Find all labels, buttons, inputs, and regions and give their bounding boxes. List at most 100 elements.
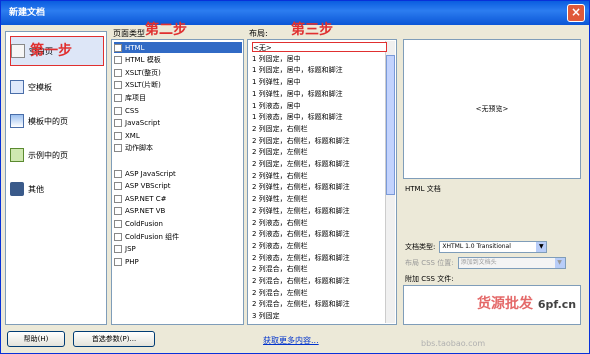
document-icon	[114, 119, 122, 128]
layout-item[interactable]: 1 列弹性，居中，标题和脚注	[252, 89, 387, 99]
layout-css-label: 布局 CSS 位置:	[405, 259, 454, 267]
page-type-label: 页面类型	[113, 29, 145, 38]
attach-css-row: 附加 CSS 文件:	[405, 274, 454, 284]
layout-item[interactable]: 2 列固定，左侧栏	[252, 147, 387, 157]
layout-item[interactable]: 2 列混合，右侧栏，标题和脚注	[252, 276, 387, 286]
preview-text: <无预览>	[475, 105, 509, 113]
watermark-url: bbs.taobao.com	[421, 339, 486, 348]
step1-annotation: 第一步	[30, 43, 72, 59]
step3-annotation: 第三步	[291, 22, 333, 38]
category-label: 其他	[28, 184, 44, 194]
chevron-down-icon: ▼	[554, 258, 565, 268]
layout-css-select[interactable]: 添加到文档头 ▼	[457, 257, 566, 269]
document-icon	[114, 43, 122, 52]
document-icon	[114, 245, 122, 254]
document-icon	[114, 169, 122, 178]
document-icon	[114, 182, 122, 191]
page-type-label: XML	[125, 131, 140, 140]
doctype-value: XHTML 1.0 Transitional	[442, 243, 511, 250]
page-type-item[interactable]: XML	[114, 130, 242, 141]
layout-item[interactable]: 2 列混合，左侧栏	[252, 288, 387, 298]
category-other[interactable]: 其他	[10, 174, 104, 204]
layout-item[interactable]: 2 列液态，左侧栏	[252, 241, 387, 251]
document-icon	[114, 194, 122, 203]
scroll-thumb[interactable]	[386, 55, 395, 195]
close-button[interactable]: ×	[567, 4, 585, 22]
page-type-item[interactable]: ASP.NET VB	[114, 206, 242, 217]
preview-pane: <无预览>	[403, 39, 581, 179]
page-type-item[interactable]: PHP	[114, 256, 242, 267]
page-type-label: HTML	[125, 43, 145, 52]
page-type-item[interactable]: XSLT(整页)	[114, 67, 242, 78]
page-type-item[interactable]: JavaScript	[114, 118, 242, 129]
watermark-site: 6pf.cn	[537, 298, 577, 311]
page-type-item[interactable]: ColdFusion	[114, 218, 242, 229]
layout-list: <无> 1 列固定，居中 1 列固定，居中，标题和脚注 1 列弹性，居中 1 列弹性，居…	[247, 39, 397, 325]
page-type-item[interactable]: XSLT(片断)	[114, 80, 242, 91]
category-sample-page[interactable]: 示例中的页	[10, 140, 104, 170]
layout-item[interactable]: 2 列弹性，左侧栏	[252, 194, 387, 204]
layout-item[interactable]: 2 列混合，左侧栏，标题和脚注	[252, 299, 387, 309]
doctype-select[interactable]: XHTML 1.0 Transitional ▼	[439, 241, 548, 253]
layout-item[interactable]: <无>	[252, 42, 387, 52]
page-type-item[interactable]: HTML 模板	[114, 55, 242, 66]
category-list: 空白页 空模板 模板中的页 示例中的页 其他 第一步	[5, 31, 107, 325]
help-button[interactable]: 帮助(H)	[7, 331, 65, 347]
step2-annotation: 第二步	[145, 22, 187, 38]
layout-item[interactable]: 2 列固定，右侧栏	[252, 124, 387, 134]
page-type-item[interactable]: 库项目	[114, 92, 242, 103]
page-type-item[interactable]: ASP JavaScript	[114, 168, 242, 179]
document-icon	[114, 219, 122, 228]
page-type-label: HTML 模板	[125, 56, 161, 65]
document-icon	[114, 131, 122, 140]
category-template-page[interactable]: 模板中的页	[10, 106, 104, 136]
layout-css-value: 添加到文档头	[460, 259, 497, 266]
document-icon	[114, 106, 122, 115]
new-document-dialog: 新建文档 × 空白页 空模板 模板中的页 示例中的页 其他 第一步 页面类型 第…	[0, 0, 590, 354]
document-icon	[114, 207, 122, 216]
category-blank-template[interactable]: 空模板	[10, 72, 104, 102]
page-type-item[interactable]: ASP VBScript	[114, 181, 242, 192]
page-type-label: JavaScript	[125, 119, 161, 128]
document-icon	[114, 257, 122, 266]
other-icon	[10, 182, 24, 196]
page-type-label: ColdFusion	[125, 219, 163, 228]
page-type-label: XSLT(片断)	[125, 81, 161, 90]
layout-item[interactable]: 1 列液态，居中	[252, 101, 387, 111]
category-label: 模板中的页	[28, 116, 68, 126]
layout-item[interactable]: 2 列液态，左侧栏，标题和脚注	[252, 253, 387, 263]
layout-item[interactable]: 2 列弹性，右侧栏，标题和脚注	[252, 182, 387, 192]
page-type-item[interactable]: JSP	[114, 244, 242, 255]
page-type-item	[114, 155, 242, 166]
page-type-item[interactable]: CSS	[114, 105, 242, 116]
document-icon	[114, 81, 122, 90]
page-type-label: CSS	[125, 106, 139, 115]
category-label: 示例中的页	[28, 150, 68, 160]
layout-item[interactable]: 3 列固定	[252, 311, 387, 321]
page-type-label: ColdFusion 组件	[125, 232, 180, 241]
page-type-label: XSLT(整页)	[125, 68, 161, 77]
layout-item[interactable]: 2 列液态，右侧栏	[252, 218, 387, 228]
layout-item[interactable]: 1 列弹性，居中	[252, 77, 387, 87]
preferences-button[interactable]: 首选参数(P)...	[73, 331, 155, 347]
layout-item[interactable]: 1 列液态，居中，标题和脚注	[252, 112, 387, 122]
layout-item[interactable]: 2 列液态，右侧栏，标题和脚注	[252, 229, 387, 239]
get-more-content-link[interactable]: 获取更多内容...	[263, 335, 319, 346]
layout-item[interactable]: 2 列混合，右侧栏	[252, 264, 387, 274]
watermark-brand-text: 货源批发	[477, 296, 533, 312]
doctype-row: 文档类型: XHTML 1.0 Transitional ▼	[405, 241, 548, 253]
document-icon	[114, 144, 122, 153]
template-page-icon	[10, 114, 24, 128]
category-label: 空模板	[28, 82, 52, 92]
page-type-item[interactable]: HTML	[114, 42, 242, 53]
page-type-label: 动作脚本	[125, 144, 153, 153]
page-type-item[interactable]: ASP.NET C#	[114, 193, 242, 204]
layout-item[interactable]: 2 列固定，右侧栏，标题和脚注	[252, 136, 387, 146]
page-type-item[interactable]: 动作脚本	[114, 143, 242, 154]
page-type-item[interactable]: ColdFusion 组件	[114, 231, 242, 242]
layout-item[interactable]: 1 列固定，居中，标题和脚注	[252, 65, 387, 75]
layout-item[interactable]: 2 列固定，左侧栏，标题和脚注	[252, 159, 387, 169]
layout-item[interactable]: 2 列弹性，左侧栏，标题和脚注	[252, 206, 387, 216]
layout-item[interactable]: 2 列弹性，右侧栏	[252, 171, 387, 181]
layout-item[interactable]: 1 列固定，居中	[252, 54, 387, 64]
